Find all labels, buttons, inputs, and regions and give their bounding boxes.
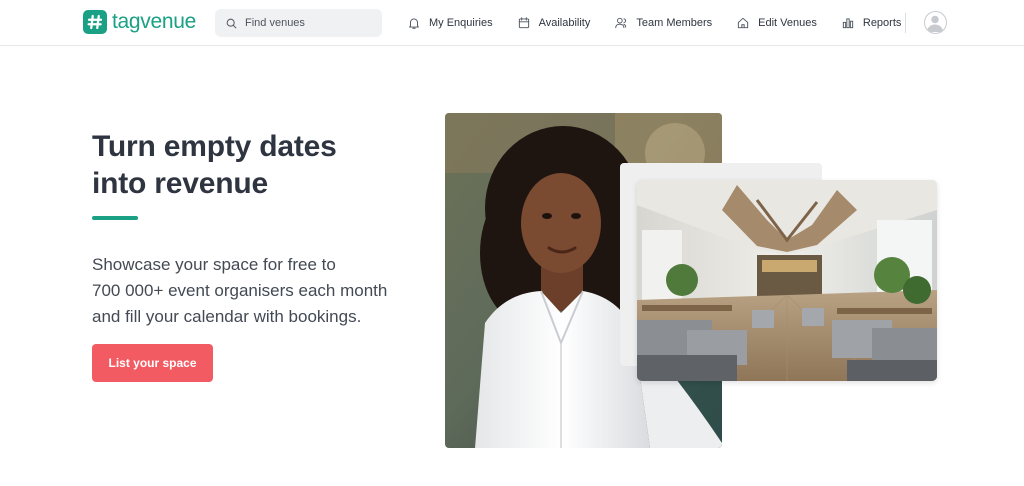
search-box[interactable] — [215, 9, 382, 37]
nav-label: Availability — [538, 17, 591, 29]
tagvenue-logo-icon — [83, 10, 107, 34]
hero-subtitle-line: and fill your calendar with bookings. — [92, 307, 362, 326]
nav-label: Team Members — [636, 17, 713, 29]
nav-label: My Enquiries — [429, 17, 493, 29]
nav-label: Edit Venues — [758, 17, 817, 29]
hero-accent-bar — [92, 216, 138, 220]
user-avatar-icon[interactable] — [924, 11, 947, 34]
bar-chart-icon — [842, 18, 854, 29]
top-navigation-bar: tagvenue My Enquiries Availability Team … — [0, 0, 1024, 46]
nav-item-edit-venues[interactable]: Edit Venues — [736, 16, 817, 30]
home-icon — [738, 17, 749, 29]
nav-item-my-enquiries[interactable]: My Enquiries — [407, 16, 493, 30]
bell-icon — [409, 18, 419, 29]
hero-subtitle-line: 700 000+ event organisers each month — [92, 281, 388, 300]
hero-title-line: Turn empty dates — [92, 130, 337, 163]
search-icon — [226, 18, 237, 28]
hero-subtitle-line: Showcase your space for free to — [92, 255, 336, 274]
brand-logo[interactable]: tagvenue — [83, 10, 196, 34]
hero-title: Turn empty dates into revenue — [92, 128, 337, 202]
venue-interior-photo — [637, 180, 937, 381]
nav-item-reports[interactable]: Reports — [841, 16, 902, 30]
users-icon — [615, 17, 627, 29]
calendar-icon — [518, 17, 529, 29]
main-nav: My Enquiries Availability Team Members E… — [407, 14, 901, 32]
nav-label: Reports — [862, 17, 902, 29]
search-input[interactable] — [245, 17, 365, 29]
brand-name: tagvenue — [112, 10, 197, 33]
list-your-space-button[interactable]: List your space — [92, 344, 213, 382]
nav-item-availability[interactable]: Availability — [517, 16, 591, 30]
hero-title-line: into revenue — [92, 167, 268, 200]
nav-item-team-members[interactable]: Team Members — [614, 16, 712, 30]
hero-subtitle: Showcase your space for free to 700 000+… — [92, 252, 432, 330]
nav-divider — [905, 13, 906, 33]
